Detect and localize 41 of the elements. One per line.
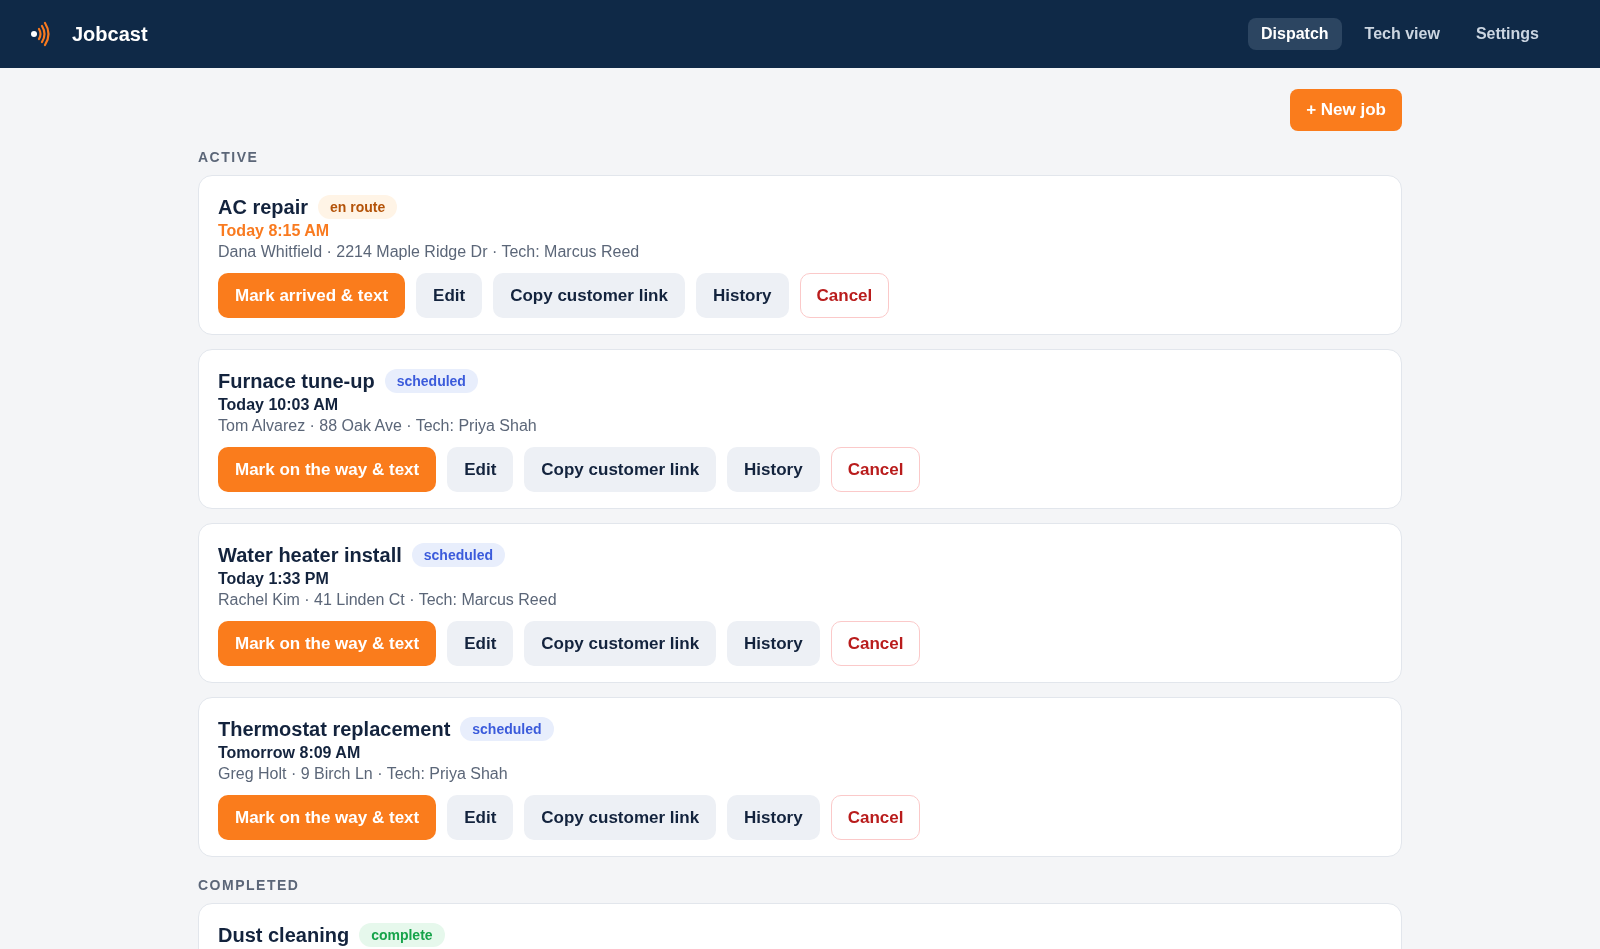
action-button[interactable]: History: [727, 795, 820, 840]
job-title: AC repair: [218, 195, 309, 219]
job-time: Today 10:03 AM: [218, 396, 340, 414]
action-button[interactable]: Edit: [447, 621, 514, 666]
job-details: Dana Whitfield · 2214 Maple Ridge Dr · Tech: Marcus Reed: [218, 243, 641, 261]
action-button[interactable]: Copy customer link: [524, 621, 717, 666]
action-button[interactable]: Copy customer link: [493, 273, 685, 318]
section-heading: COMPLETED: [198, 877, 301, 893]
status-badge: scheduled: [384, 369, 478, 393]
status-badge: scheduled: [411, 543, 505, 567]
status-badge: complete: [359, 923, 445, 947]
action-button[interactable]: Copy customer link: [524, 447, 717, 492]
broadcast-icon: [30, 20, 50, 48]
action-button[interactable]: History: [727, 447, 820, 492]
action-button[interactable]: History: [695, 273, 789, 318]
status-badge: en route: [318, 195, 398, 219]
job-title: Water heater install: [218, 543, 402, 567]
job-details: Rachel Kim · 41 Linden Ct · Tech: Marcus Reed: [218, 591, 558, 609]
status-badge: scheduled: [460, 717, 554, 741]
action-button[interactable]: Copy customer link: [524, 795, 717, 840]
job-details: Greg Holt · 9 Birch Ln · Tech: Priya Shah: [218, 765, 509, 783]
job-title: Dust cleaning: [218, 923, 350, 947]
job-time: Today 8:15 AM: [218, 222, 331, 240]
cancel-button[interactable]: Cancel: [830, 795, 921, 840]
section-heading: ACTIVE: [198, 149, 260, 165]
action-button[interactable]: Edit: [416, 273, 483, 318]
cancel-button[interactable]: Cancel: [799, 273, 890, 318]
nav-tab[interactable]: Tech view: [1351, 18, 1453, 50]
action-button[interactable]: Edit: [447, 447, 514, 492]
nav-tab[interactable]: Settings: [1462, 18, 1552, 50]
job-details: Tom Alvarez · 88 Oak Ave · Tech: Priya Shah: [218, 417, 538, 435]
cancel-button[interactable]: Cancel: [830, 621, 921, 666]
action-button[interactable]: Edit: [447, 795, 514, 840]
job-time: Today 1:33 PM: [218, 570, 330, 588]
action-button[interactable]: History: [727, 621, 820, 666]
job-title: Thermostat replacement: [218, 717, 451, 741]
app-name: Jobcast: [72, 22, 148, 46]
cancel-button[interactable]: Cancel: [830, 447, 921, 492]
nav-tab[interactable]: Dispatch: [1248, 18, 1342, 50]
job-time: Tomorrow 8:09 AM: [218, 744, 362, 762]
job-title: Furnace tune-up: [218, 369, 375, 393]
